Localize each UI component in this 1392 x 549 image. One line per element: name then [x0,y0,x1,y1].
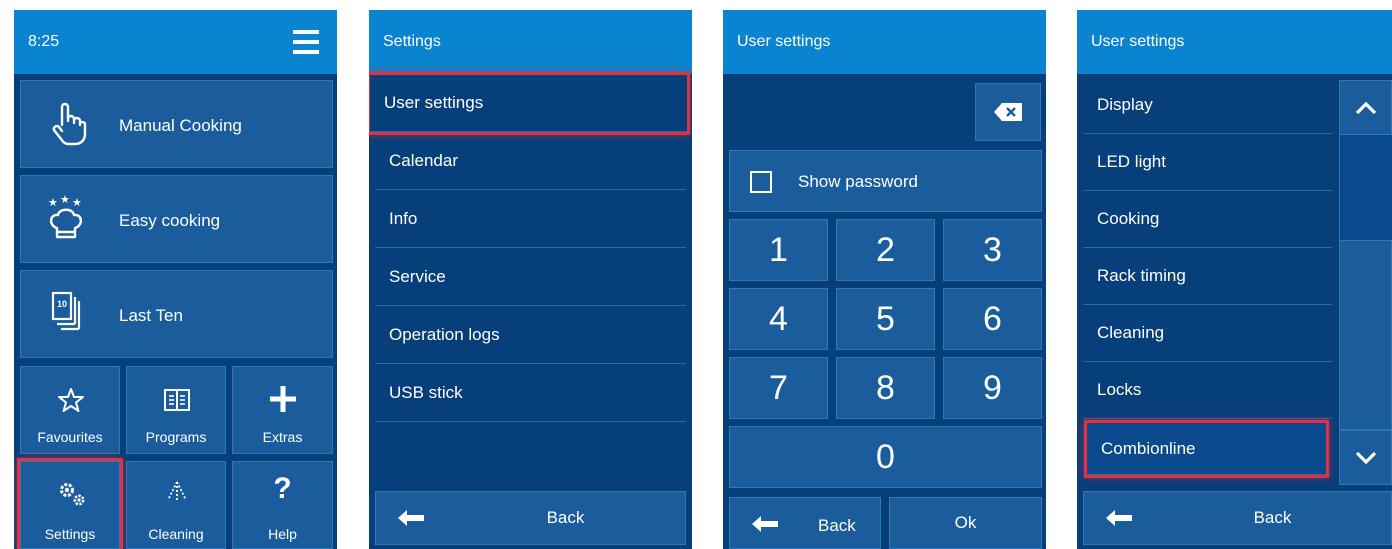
menu-item-label: Service [389,267,446,286]
back-label: Back [1253,508,1292,527]
key-4[interactable]: 4 [729,288,828,350]
last-ten-label: Last Ten [119,306,183,325]
scroll-down-button[interactable] [1339,430,1392,485]
menu-item-label: Operation logs [389,325,500,344]
question-mark-icon: ? [273,472,292,505]
svg-text:★: ★ [72,196,82,209]
show-password-label: Show password [798,172,919,191]
key-8[interactable]: 8 [836,357,935,419]
help-label: Help [268,526,297,542]
back-label: Back [818,516,856,535]
home-screen: 8:25 Manual Cooking ★ ★ ★ Easy cooking 1… [14,10,337,549]
show-password-toggle[interactable]: Show password [729,150,1042,212]
manual-cooking-label: Manual Cooking [119,116,242,135]
key-3[interactable]: 3 [943,219,1042,281]
book-icon [164,389,190,411]
home-header: 8:25 [14,10,337,74]
key-7[interactable]: 7 [729,357,828,419]
extras-label: Extras [262,429,303,445]
extras-tile[interactable]: Extras [232,366,333,454]
menu-item-label: Cooking [1097,209,1160,228]
hamburger-menu-icon[interactable] [293,30,319,54]
menu-item-locks[interactable]: Locks [1083,362,1332,419]
back-button[interactable]: Back [375,491,686,545]
svg-text:★: ★ [60,194,70,206]
easy-cooking-tile[interactable]: ★ ★ ★ Easy cooking [20,175,333,263]
ok-label: Ok [954,513,977,532]
menu-item-usb-stick[interactable]: USB stick [375,365,686,422]
star-outline-icon [58,387,84,413]
backspace-icon [994,103,1022,121]
cleaning-tile[interactable]: Cleaning [126,461,226,549]
menu-item-label: Combionline [1101,438,1196,458]
programs-tile[interactable]: Programs [126,366,226,454]
key-5[interactable]: 5 [836,288,935,350]
chevron-up-icon [1355,101,1377,115]
menu-item-combionline[interactable]: Combionline [1084,420,1329,478]
menu-item-operation-logs[interactable]: Operation logs [375,307,686,364]
last-ten-badge: 10 [56,299,67,309]
password-header: User settings [723,10,1046,74]
menu-item-label: LED light [1097,152,1166,171]
menu-item-cleaning[interactable]: Cleaning [1083,305,1332,362]
scroll-up-button[interactable] [1339,80,1392,135]
programs-label: Programs [145,429,207,445]
settings-header: Settings [369,10,692,74]
scrollbar-thumb[interactable] [1339,240,1392,430]
menu-item-label: Info [389,209,418,228]
hand-pointer-icon [51,101,87,147]
key-9[interactable]: 9 [943,357,1042,419]
menu-item-label: Cleaning [1097,323,1165,342]
menu-item-calendar[interactable]: Calendar [375,133,686,190]
checkbox[interactable] [750,171,772,193]
settings-screen: Settings User settings Calendar Info Ser… [369,10,692,549]
key-6[interactable]: 6 [943,288,1042,350]
page-title: User settings [1091,33,1185,50]
settings-label: Settings [44,526,96,542]
favourites-label: Favourites [37,429,103,445]
password-screen: User settings Show password 1 2 3 4 5 6 … [723,10,1046,549]
user-settings-header: User settings [1077,10,1392,74]
settings-tile[interactable]: Settings [17,458,123,549]
menu-item-label: USB stick [389,383,463,402]
back-label: Back [546,508,585,527]
menu-item-label: Locks [1097,380,1142,399]
key-1[interactable]: 1 [729,219,828,281]
ok-button[interactable]: Ok [889,497,1042,549]
user-settings-screen: User settings Display LED light Cooking … [1077,10,1392,549]
last-ten-tile[interactable]: 10 Last Ten [20,270,333,358]
back-button[interactable]: Back [1083,491,1392,545]
easy-cooking-label: Easy cooking [119,211,221,230]
menu-item-display[interactable]: Display [1083,77,1332,134]
chef-hat-stars-icon: ★ ★ ★ [45,194,87,242]
key-2[interactable]: 2 [836,219,935,281]
spray-cleaning-icon [165,480,189,502]
svg-text:★: ★ [48,196,58,209]
menu-item-service[interactable]: Service [375,249,686,306]
menu-item-led-light[interactable]: LED light [1083,134,1332,191]
chevron-down-icon [1355,451,1377,465]
menu-item-user-settings[interactable]: User settings [369,72,690,135]
arrow-left-icon [752,516,778,532]
menu-item-label: Display [1097,95,1153,114]
menu-item-label: Rack timing [1097,266,1186,285]
page-title: User settings [737,33,831,50]
backspace-button[interactable] [975,83,1041,141]
page-title: Settings [383,33,441,50]
menu-item-rack-timing[interactable]: Rack timing [1083,248,1332,305]
menu-item-cooking[interactable]: Cooking [1083,191,1332,248]
cleaning-label: Cleaning [148,526,204,542]
key-0[interactable]: 0 [729,426,1042,488]
favourites-tile[interactable]: Favourites [20,366,120,454]
menu-item-label: Calendar [389,151,458,170]
clock-time: 8:25 [28,33,60,50]
back-button[interactable]: Back [729,497,881,549]
help-tile[interactable]: ? Help [232,461,333,549]
manual-cooking-tile[interactable]: Manual Cooking [20,80,333,168]
menu-item-info[interactable]: Info [375,191,686,248]
last-ten-stack-icon: 10 [51,291,81,331]
plus-icon [270,386,296,412]
gears-icon [57,480,87,508]
menu-item-label: User settings [384,93,484,112]
